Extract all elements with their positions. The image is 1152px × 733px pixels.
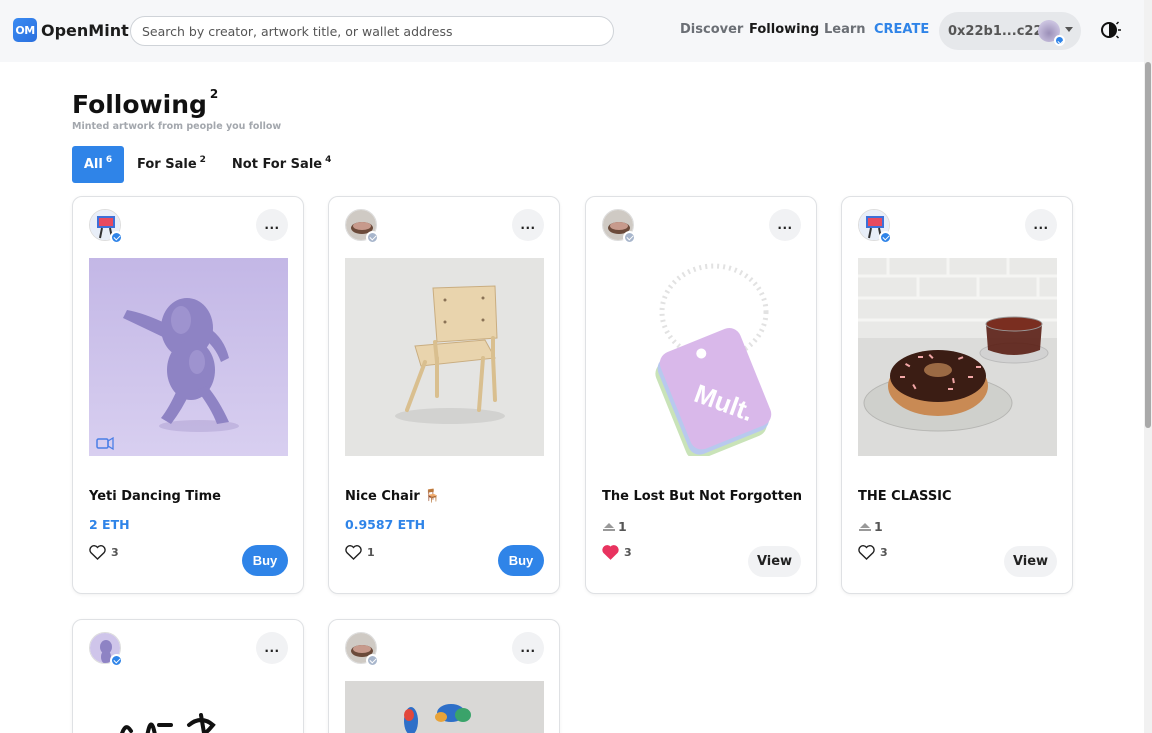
page-subtitle: Minted artwork from people you follow	[72, 121, 282, 132]
chevron-down-icon	[1065, 27, 1073, 32]
more-options-button[interactable]: ...	[1025, 209, 1057, 241]
like-control[interactable]: 3	[602, 545, 632, 560]
more-options-button[interactable]: ...	[256, 209, 288, 241]
artwork-title[interactable]: The Lost But Not Forgotten	[602, 489, 802, 504]
logo-mark: OM	[13, 18, 37, 42]
verified-badge-icon	[1054, 35, 1065, 46]
heart-filled-icon[interactable]	[602, 545, 619, 560]
tab-for-sale-label: For Sale	[137, 157, 197, 172]
verified-badge-icon	[623, 231, 636, 244]
view-button[interactable]: View	[1004, 546, 1057, 577]
edition-count-value: 1	[618, 519, 627, 534]
filter-tabs: All 6 For Sale 2 Not For Sale 4	[72, 146, 331, 183]
like-control[interactable]: 1	[345, 545, 375, 560]
view-button[interactable]: View	[748, 546, 801, 577]
top-navigation-bar: OM OpenMint Discover Following Learn CRE…	[0, 0, 1144, 62]
verified-badge-icon	[110, 654, 123, 667]
tab-for-sale-count: 2	[199, 154, 206, 165]
edition-count-value: 1	[874, 519, 883, 534]
openmint-logo[interactable]: OM OpenMint	[13, 18, 129, 42]
tab-not-for-sale-count: 4	[325, 154, 332, 165]
like-count: 3	[111, 546, 119, 559]
artwork-image[interactable]	[89, 681, 288, 733]
page-scrollbar[interactable]	[1144, 0, 1152, 733]
artwork-price: 2 ETH	[89, 517, 130, 532]
artwork-price: 0.9587 ETH	[345, 517, 426, 532]
artwork-image[interactable]: Mult.	[602, 258, 801, 456]
following-count: 2	[209, 86, 219, 101]
more-options-button[interactable]: ...	[256, 632, 288, 664]
tab-all[interactable]: All 6	[72, 146, 124, 183]
logo-text: OpenMint	[41, 20, 129, 40]
buy-button[interactable]: Buy	[242, 545, 288, 576]
artwork-card[interactable]: ... Yeti Dancing Time 2 ETH 3 Buy	[72, 196, 304, 594]
tab-for-sale[interactable]: For Sale 2	[137, 146, 206, 183]
tab-not-for-sale[interactable]: Not For Sale 4	[232, 146, 331, 183]
more-options-button[interactable]: ...	[512, 209, 544, 241]
search-input[interactable]	[130, 16, 614, 46]
edition-count: 1	[858, 519, 883, 534]
artwork-image[interactable]	[89, 258, 288, 456]
like-control[interactable]: 3	[858, 545, 888, 560]
tab-not-for-sale-label: Not For Sale	[231, 157, 323, 172]
verified-badge-icon	[366, 654, 379, 667]
theme-toggle-icon[interactable]	[1099, 19, 1121, 41]
more-options-button[interactable]: ...	[769, 209, 801, 241]
like-count: 1	[367, 546, 375, 559]
artwork-card[interactable]: ... Mult. The Lost But Not Forgotten 1 3…	[585, 196, 817, 594]
heart-icon[interactable]	[89, 545, 106, 560]
edition-count: 1	[602, 519, 627, 534]
nav-discover[interactable]: Discover	[680, 22, 743, 37]
artwork-image[interactable]	[858, 258, 1057, 456]
more-options-button[interactable]: ...	[512, 632, 544, 664]
artwork-image[interactable]	[345, 258, 544, 456]
artwork-card[interactable]: ... THE CLASSIC 1 3 View	[841, 196, 1073, 594]
artwork-title[interactable]: Yeti Dancing Time	[89, 489, 221, 504]
heart-icon[interactable]	[345, 545, 362, 560]
like-count: 3	[624, 546, 632, 559]
artwork-title[interactable]: THE CLASSIC	[858, 489, 952, 504]
like-count: 3	[880, 546, 888, 559]
verified-badge-icon	[879, 231, 892, 244]
artwork-title[interactable]: Nice Chair 🪑	[345, 489, 441, 504]
verified-badge-icon	[366, 231, 379, 244]
nav-learn[interactable]: Learn	[824, 22, 866, 37]
verified-badge-icon	[110, 231, 123, 244]
heart-icon[interactable]	[858, 545, 875, 560]
buy-button[interactable]: Buy	[498, 545, 544, 576]
nav-following[interactable]: Following	[749, 22, 819, 37]
artwork-card[interactable]: ...	[72, 619, 304, 733]
wallet-menu-button[interactable]: 0x22b1...c22	[939, 12, 1081, 50]
scrollbar-thumb[interactable]	[1145, 62, 1151, 428]
artwork-image[interactable]	[345, 681, 544, 733]
tab-all-count: 6	[105, 154, 113, 165]
page-title: Following 2	[72, 86, 219, 119]
artwork-card[interactable]: ... Nice Chair 🪑 0.9587 ETH 1 Buy	[328, 196, 560, 594]
nav-create[interactable]: CREATE	[874, 22, 929, 37]
like-control[interactable]: 3	[89, 545, 119, 560]
page-title-text: Following	[72, 90, 207, 119]
editions-icon	[859, 522, 871, 531]
tab-all-label: All	[83, 157, 103, 172]
wallet-address: 0x22b1...c22	[948, 23, 1043, 39]
editions-icon	[603, 522, 615, 531]
artwork-card[interactable]: ...	[328, 619, 560, 733]
